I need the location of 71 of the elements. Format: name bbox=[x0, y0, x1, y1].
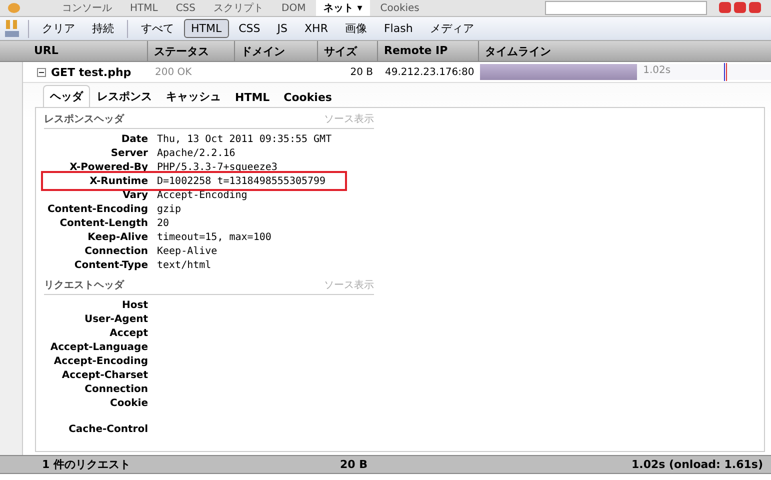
filter-button[interactable]: Flash bbox=[376, 19, 420, 38]
total-size: 20 B bbox=[340, 458, 369, 471]
header-name: Cookie bbox=[109, 398, 148, 408]
detail-tab[interactable]: Cookies bbox=[276, 87, 339, 107]
time-text: 1.02s bbox=[643, 65, 671, 76]
panel-tab[interactable]: スクリプト bbox=[206, 0, 272, 16]
collapse-icon[interactable] bbox=[37, 68, 46, 76]
detail-tab[interactable]: ヘッダ bbox=[43, 85, 90, 107]
column-header[interactable]: URL bbox=[0, 41, 148, 61]
search-field[interactable] bbox=[545, 1, 707, 15]
filter-button[interactable]: すべて bbox=[134, 18, 181, 39]
header-name: Server bbox=[110, 148, 148, 158]
header-value: D=1002258 t=1318498555305799 bbox=[157, 176, 326, 186]
detail-tab[interactable]: キャッシュ bbox=[159, 85, 228, 107]
filter-button[interactable]: XHR bbox=[298, 19, 335, 38]
panel-tab[interactable]: ネット ▾ bbox=[316, 0, 370, 16]
header-name: Cache-Control bbox=[68, 424, 148, 434]
onload-marker-icon bbox=[724, 63, 728, 81]
header-name: User-Agent bbox=[83, 314, 148, 324]
panel-tab[interactable]: DOM bbox=[274, 0, 314, 16]
header-name: Accept-Language bbox=[49, 342, 148, 352]
filter-button[interactable]: HTML bbox=[184, 19, 229, 38]
column-header[interactable]: ステータス bbox=[148, 41, 235, 61]
header-name: Accept-Encoding bbox=[52, 356, 148, 366]
header-value: Apache/2.2.16 bbox=[157, 148, 236, 158]
toolbar-button[interactable]: クリア bbox=[35, 18, 82, 39]
header-name: Date bbox=[120, 134, 148, 144]
header-name: Content-Encoding bbox=[46, 204, 148, 214]
header-value: timeout=15, max=100 bbox=[157, 232, 272, 242]
header-name: X-Runtime bbox=[88, 176, 148, 186]
header-value: Thu, 13 Oct 2011 09:35:55 GMT bbox=[157, 134, 332, 144]
remote-ip-text: 49.212.23.176:80 bbox=[385, 66, 474, 78]
filter-button[interactable]: JS bbox=[270, 19, 295, 38]
detail-tab[interactable]: レスポンス bbox=[90, 85, 159, 107]
header-name: Content-Type bbox=[73, 260, 148, 270]
request-url[interactable]: GET test.php bbox=[51, 66, 132, 78]
size-text: 20 B bbox=[350, 66, 373, 78]
column-header[interactable]: Remote IP bbox=[378, 41, 479, 61]
section-title: レスポンスヘッダ bbox=[44, 112, 124, 126]
header-name: X-Powered-By bbox=[68, 162, 148, 172]
header-value: Accept-Encoding bbox=[157, 190, 248, 200]
header-value: gzip bbox=[157, 204, 182, 214]
status-text: 200 OK bbox=[155, 66, 192, 78]
header-name: Keep-Alive bbox=[86, 232, 148, 242]
panel-tab[interactable]: CSS bbox=[168, 0, 204, 16]
header-value: 20 bbox=[157, 218, 170, 228]
header-name: Vary bbox=[122, 190, 148, 200]
detail-tab[interactable]: HTML bbox=[228, 87, 277, 107]
section-title: リクエストヘッダ bbox=[44, 278, 124, 292]
header-value: text/html bbox=[157, 260, 212, 270]
panel-tab[interactable]: コンソール bbox=[54, 0, 120, 16]
panel-tab[interactable]: HTML bbox=[122, 0, 166, 16]
header-name: Content-Length bbox=[58, 218, 148, 228]
header-name: Accept bbox=[108, 328, 148, 338]
filter-button[interactable]: CSS bbox=[232, 19, 268, 38]
header-name: Connection bbox=[84, 246, 148, 256]
filter-button[interactable]: 画像 bbox=[338, 18, 374, 39]
column-header[interactable]: タイムライン bbox=[479, 41, 771, 61]
header-value: PHP/5.3.3-7+squeeze3 bbox=[157, 162, 278, 172]
request-count: 1 件のリクエスト bbox=[41, 457, 132, 472]
toolbar-button[interactable]: 持続 bbox=[85, 18, 121, 39]
column-header[interactable]: サイズ bbox=[318, 41, 378, 61]
xhr-icon[interactable] bbox=[4, 18, 20, 38]
header-value: Keep-Alive bbox=[157, 246, 218, 256]
header-name: Connection bbox=[84, 384, 148, 394]
header-name: Accept-Charset bbox=[60, 370, 148, 380]
column-header[interactable]: ドメイン bbox=[235, 41, 318, 61]
header-name: Host bbox=[121, 300, 148, 310]
total-time: 1.02s (onload: 1.61s) bbox=[631, 458, 764, 471]
panel-tab[interactable]: Cookies bbox=[372, 0, 428, 16]
filter-button[interactable]: メディア bbox=[422, 18, 481, 39]
